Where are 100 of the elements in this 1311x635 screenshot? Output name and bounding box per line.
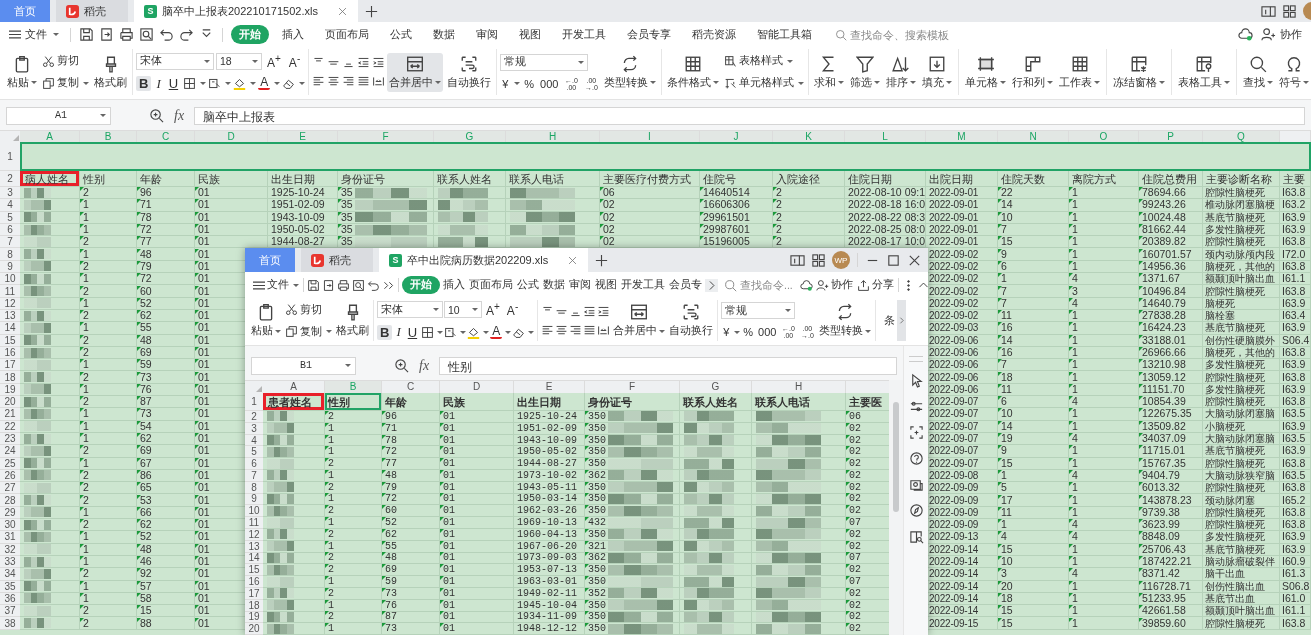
copy-button[interactable]: 复制 [41,75,90,91]
toolbar-button[interactable]: 符号 [1277,52,1311,92]
toolbar-button[interactable]: 工作表 [1057,52,1103,92]
search-field[interactable]: 查找命令... [724,278,796,292]
ribbon-tab[interactable]: 页面布局 [468,276,514,294]
font-color-button[interactable]: A [490,325,503,339]
cut-button[interactable]: 剪切 [41,53,90,69]
formula-field[interactable]: 脑卒中上报表 [194,106,1305,125]
table-cell: 02 [600,236,699,248]
text-style-button[interactable]: U [404,324,421,340]
text-style-button[interactable]: I [153,75,164,92]
document-tab[interactable]: 稻壳 [301,248,373,272]
table-cell: 99243.26 [1139,199,1202,211]
cut-button[interactable]: 剪切 [284,301,333,318]
function-label[interactable]: fx [174,107,185,124]
table-cell: 67 [137,457,194,469]
column-letter[interactable]: F [585,381,680,393]
text-style-button[interactable]: B [136,76,152,91]
search-field[interactable]: 查找命令、搜索模板 [835,28,970,41]
column-letter[interactable]: G [680,381,752,393]
copy-button[interactable]: 复制 [284,323,333,340]
font-name-select[interactable]: 宋体 [377,301,443,318]
format-painter-button[interactable]: 格式刷 [92,52,129,92]
number-format-button[interactable]: ¥ [721,326,732,338]
ribbon-tab[interactable]: 视图 [511,25,549,44]
table-cell-text: I63.5 [1281,469,1307,481]
font-name-select[interactable]: 宋体 [136,52,214,70]
table-cell-text: 2022-08-22 08:3 [847,211,925,223]
type-convert-button[interactable]: 类型转换 [818,301,873,340]
ribbon-tab[interactable]: 数据 [542,276,566,294]
column-letter[interactable]: D [440,381,514,393]
name-box[interactable]: A1 [6,106,111,125]
toolbar-button[interactable]: 筛选 [848,52,883,92]
text-style-button[interactable]: U [165,76,182,91]
number-format-button[interactable]: ¥ [500,77,511,90]
ribbon-tab[interactable]: 插入 [274,25,312,44]
ribbon-label[interactable]: 条 [884,313,896,328]
font-size-button[interactable]: A$^{-}$ [285,52,304,70]
column-letter[interactable]: H [752,381,846,393]
merge-button[interactable]: 合并居中 [387,52,444,92]
number-format-button[interactable]: 000 [756,326,779,338]
column-letter[interactable]: E [514,381,585,393]
font-size-button[interactable]: A$^{-}$ [503,301,522,318]
font-size-button[interactable]: A$^{+}$ [264,52,284,70]
toolbar-button[interactable]: 表格工具 [1176,52,1233,92]
type-convert-button[interactable]: 类型转换 [602,52,659,92]
font-size-select[interactable]: 18 [216,52,262,70]
document-tab[interactable]: 稻壳 [56,0,128,22]
text-style-button[interactable]: I [393,324,404,340]
conditional-format-button[interactable]: 条件格式 [665,52,722,92]
table-cell: 22 [998,187,1068,199]
ribbon-tab[interactable]: 数据 [425,25,463,44]
file-menu-button[interactable]: 文件 [6,25,62,44]
toolbar-button[interactable]: 查找 [1241,52,1276,92]
collaborate-button[interactable]: 协作 [1258,25,1305,44]
toolbar-button[interactable]: 填充 [920,52,955,92]
ribbon-tab[interactable]: 会员专享 [619,25,679,44]
document-tab[interactable]: S 卒中出院病历数据202209.xls [379,248,589,272]
column-letter[interactable]: C [382,381,440,393]
font-size-select[interactable]: 10 [444,301,482,318]
formula-field[interactable]: 性别 [439,356,897,375]
font-color-button[interactable]: A [258,77,271,90]
function-label[interactable]: fx [419,357,430,374]
table-style-button[interactable]: 表格样式 [723,53,806,69]
toolbar-button[interactable]: 冻结窗格 [1111,52,1168,92]
share-button[interactable]: 分享 [856,276,895,294]
toolbar-button[interactable]: 求和 [812,52,847,92]
table-cell: 350 [585,422,608,434]
number-format-button[interactable]: % [522,77,537,90]
collaborate-button[interactable]: 协作 [815,276,854,294]
ribbon-tab[interactable]: 审阅 [468,25,506,44]
ribbon-tab[interactable]: 开发工具 [620,276,666,294]
ribbon-tab[interactable]: 稻壳资源 [684,25,744,44]
ribbon-tab[interactable]: 会员专 [668,276,703,294]
wrap-text-button[interactable]: 自动换行 [445,52,494,92]
number-format-button[interactable]: % [741,326,756,338]
toolbar-button[interactable]: 行和列 [1010,52,1056,92]
toolbar-button[interactable]: 排序 [884,52,919,92]
ribbon-tab[interactable]: 审阅 [568,276,592,294]
ribbon-tab[interactable]: 公式 [516,276,540,294]
ribbon-tab[interactable]: 视图 [594,276,618,294]
ribbon-tab[interactable]: 公式 [382,25,420,44]
merge-button[interactable]: 合并居中 [612,301,667,340]
paste-button[interactable]: 粘贴 [5,52,39,92]
table-cell: 4 [1069,531,1138,543]
number-format-select[interactable]: 常规 [500,53,589,71]
ribbon-tab[interactable]: 页面布局 [317,25,377,44]
cell-style-button[interactable]: 单元格样式 [723,75,806,91]
document-tab[interactable]: S 脑卒中上报表202210171502.xls [134,0,358,22]
ribbon-tab[interactable]: 插入 [442,276,466,294]
ribbon-tab[interactable]: 智能工具箱 [749,25,820,44]
number-format-button[interactable]: 000 [538,77,561,90]
name-box[interactable]: B1 [251,356,356,375]
font-size-button[interactable]: A$^{+}$ [483,301,503,318]
wrap-text-button[interactable]: 自动换行 [668,301,715,340]
text-style-button[interactable]: B [377,324,393,340]
number-format-select[interactable]: 常规 [721,302,796,319]
toolbar-button[interactable]: 单元格 [963,52,1009,92]
ribbon-tab[interactable]: 开发工具 [554,25,614,44]
format-painter-button[interactable]: 格式刷 [335,301,370,340]
